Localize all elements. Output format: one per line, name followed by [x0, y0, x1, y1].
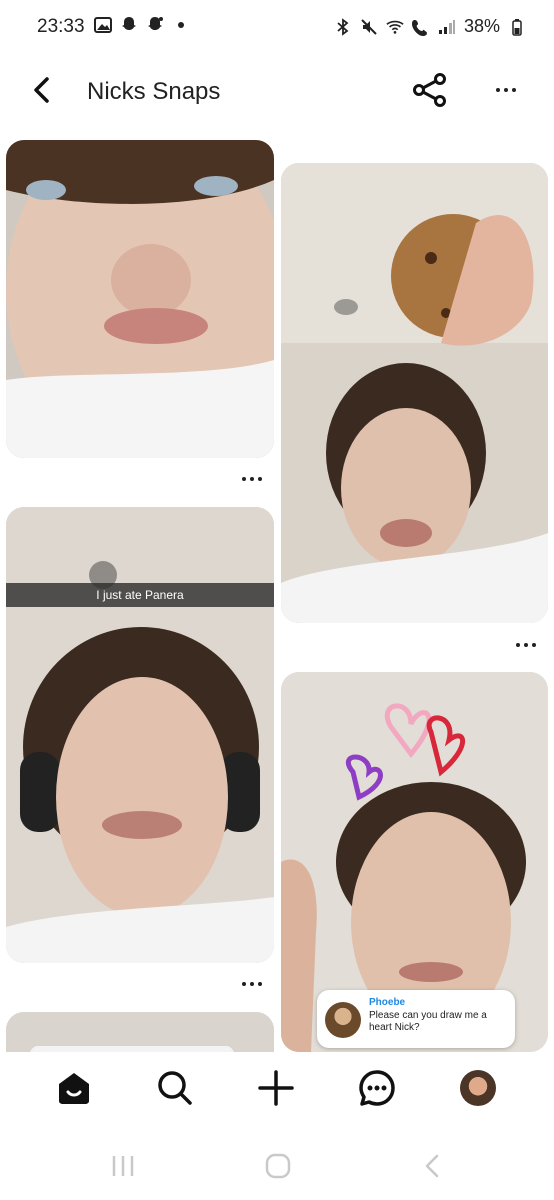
mute-icon [360, 18, 378, 36]
reply-text: Please can you draw me a heart Nick? [369, 1010, 487, 1033]
dot-icon [172, 16, 190, 34]
back-button[interactable] [26, 74, 58, 106]
snap-image-3 [6, 507, 274, 963]
snap-3-more-button[interactable] [232, 974, 272, 994]
wifi-icon [386, 18, 404, 36]
home-icon [59, 1073, 89, 1104]
more-horizontal-icon [242, 477, 262, 481]
system-navigation [0, 1128, 554, 1200]
wifi-calling-icon [411, 18, 430, 36]
snapchat-ghost-plus-icon [146, 16, 164, 34]
nav-search[interactable] [153, 1066, 197, 1110]
nav-home[interactable] [52, 1066, 96, 1110]
status-bar: 23:33 38% [0, 0, 554, 56]
bottom-navigation [0, 1052, 554, 1128]
more-horizontal-icon [242, 982, 262, 986]
nav-profile[interactable] [456, 1066, 500, 1110]
add-icon [258, 1070, 294, 1106]
status-right: 38% [334, 16, 526, 37]
header: Nicks Snaps [0, 66, 554, 116]
bluetooth-icon [334, 17, 352, 36]
more-horizontal-icon [516, 643, 536, 647]
status-left-icons [94, 16, 190, 34]
home-circle-icon [265, 1153, 291, 1179]
battery-percent: 38% [463, 16, 500, 36]
reply-avatar [325, 1002, 361, 1038]
more-horizontal-icon [496, 88, 516, 92]
chat-reply-card[interactable]: Phoebe Please can you draw me a heart Ni… [317, 990, 515, 1048]
chevron-left-icon [34, 77, 49, 103]
back-system-button[interactable] [412, 1148, 452, 1184]
back-icon [425, 1154, 439, 1178]
more-options-button[interactable] [486, 72, 526, 108]
snapchat-ghost-icon [120, 16, 138, 34]
reply-name: Phoebe [369, 997, 406, 1008]
snap-1-more-button[interactable] [232, 469, 272, 489]
share-icon [413, 73, 446, 107]
snap-card-4[interactable]: Phoebe Please can you draw me a heart Ni… [281, 672, 548, 1052]
recents-icon [112, 1156, 134, 1176]
snap-caption: I just ate Panera [6, 583, 274, 607]
battery-icon [508, 18, 526, 36]
snap-card-3[interactable]: I just ate Panera [6, 507, 274, 963]
gallery-icon [94, 16, 112, 34]
chat-icon [359, 1070, 395, 1106]
page-title: Nicks Snaps [87, 78, 221, 105]
status-time: 23:33 [37, 16, 85, 37]
snap-card-2[interactable] [281, 163, 548, 623]
snap-image-2 [281, 163, 548, 623]
home-system-button[interactable] [258, 1148, 298, 1184]
profile-avatar [460, 1070, 496, 1106]
snap-image-1 [6, 140, 274, 458]
signal-icon [438, 18, 456, 36]
nav-create[interactable] [254, 1066, 298, 1110]
snap-card-1[interactable] [6, 140, 274, 458]
snap-2-more-button[interactable] [506, 635, 546, 655]
nav-chat[interactable] [355, 1066, 399, 1110]
share-button[interactable] [410, 72, 450, 108]
search-icon [158, 1071, 192, 1105]
recents-button[interactable] [103, 1148, 143, 1184]
